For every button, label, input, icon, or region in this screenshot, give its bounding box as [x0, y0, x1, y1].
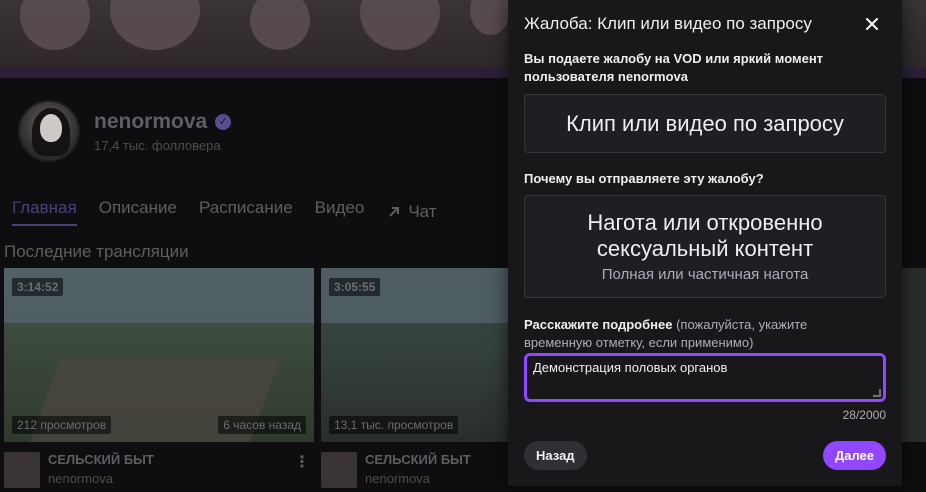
verified-icon: ✓ — [215, 113, 232, 130]
close-button[interactable] — [860, 12, 884, 36]
tab-about[interactable]: Описание — [99, 198, 177, 226]
channel-header: nenormova ✓ 17,4 тыс. фолловера — [18, 100, 232, 162]
more-options-icon[interactable]: ⋮ — [294, 452, 310, 472]
vod-card[interactable] — [902, 268, 926, 442]
vod-info: СЕЛЬСКИЙ БЫТ nenormova — [321, 452, 471, 488]
resize-handle-icon[interactable] — [873, 389, 881, 397]
details-textarea[interactable]: Демонстрация половых органов — [527, 356, 883, 399]
vod-category-thumb[interactable] — [4, 452, 40, 488]
details-label-bold: Расскажите подробнее — [524, 317, 673, 332]
vod-info: СЕЛЬСКИЙ БЫТ nenormova — [4, 452, 154, 488]
arrow-up-right-icon — [389, 207, 400, 217]
reason-label: Почему вы отправляете эту жалобу? — [524, 171, 764, 186]
tab-home[interactable]: Главная — [12, 198, 77, 226]
reason-selector[interactable]: Нагота или откровенно сексуальный контен… — [524, 195, 886, 298]
vod-category-thumb[interactable] — [321, 452, 357, 488]
report-target-label: Вы подаете жалобу на VOD или яркий момен… — [524, 51, 824, 84]
channel-tabs: Главная Описание Расписание Видео Чат — [12, 198, 437, 226]
tab-chat[interactable]: Чат — [386, 198, 437, 226]
report-target-value: Клип или видео по запросу — [566, 110, 844, 136]
vod-channel[interactable]: nenormova — [365, 471, 471, 486]
vod-duration: 3:14:52 — [12, 278, 64, 296]
follower-count: 17,4 тыс. фолловера — [94, 137, 221, 153]
close-icon — [865, 17, 879, 31]
vod-views: 13,1 тыс. просмотров — [329, 416, 459, 434]
reason-title: Нагота или откровенно сексуальный контен… — [587, 210, 823, 261]
report-target-selector[interactable]: Клип или видео по запросу — [524, 94, 886, 153]
channel-name[interactable]: nenormova — [94, 110, 207, 134]
tab-schedule[interactable]: Расписание — [199, 198, 293, 226]
back-button[interactable]: Назад — [524, 441, 587, 470]
character-counter: 28/2000 — [842, 408, 886, 422]
vod-title[interactable]: СЕЛЬСКИЙ БЫТ — [365, 452, 471, 467]
vod-views: 212 просмотров — [12, 416, 112, 434]
reason-subtitle: Полная или частичная нагота — [601, 266, 809, 283]
next-button[interactable]: Далее — [822, 441, 886, 470]
vod-title[interactable]: СЕЛЬСКИЙ БЫТ — [48, 452, 154, 467]
vod-card[interactable]: 3:14:52 212 просмотров 6 часов назад — [4, 268, 314, 442]
vod-duration: 3:05:55 — [329, 278, 381, 296]
dialog-title: Жалоба: Клип или видео по запросу — [524, 14, 812, 33]
section-title: Последние трансляции — [4, 242, 189, 261]
details-textarea-wrapper: Демонстрация половых органов — [524, 353, 886, 402]
details-label: Расскажите подробнее (пожалуйста, укажит… — [524, 316, 874, 352]
vod-channel[interactable]: nenormova — [48, 471, 154, 486]
vod-card[interactable]: 3:05:55 13,1 тыс. просмотров — [321, 268, 511, 442]
tab-videos[interactable]: Видео — [315, 198, 365, 226]
tab-chat-label: Чат — [408, 202, 437, 221]
vod-age: 6 часов назад — [218, 416, 306, 434]
report-dialog: Жалоба: Клип или видео по запросу Вы под… — [508, 0, 902, 486]
avatar[interactable] — [18, 100, 80, 162]
